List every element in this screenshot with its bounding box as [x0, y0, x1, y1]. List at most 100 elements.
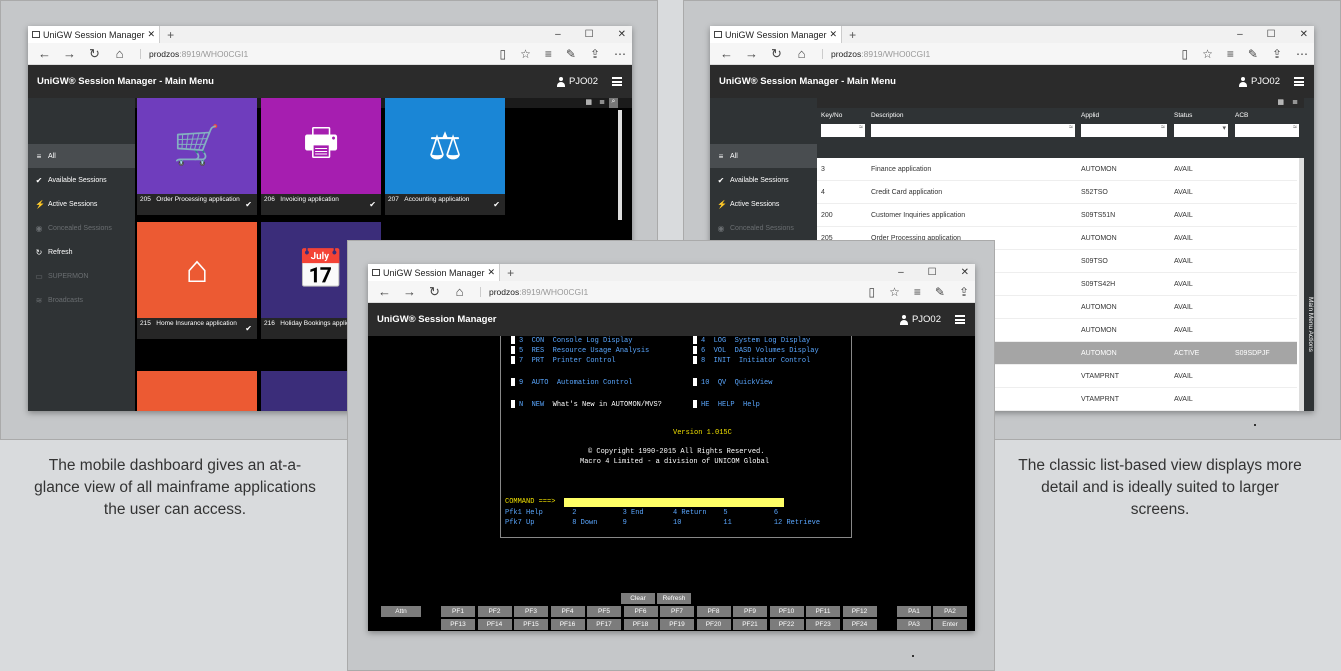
enter-key[interactable]: Enter: [933, 619, 967, 630]
sidebar-item-all[interactable]: ≡ All: [28, 144, 135, 168]
pa2-key[interactable]: PA2: [933, 606, 967, 617]
menu-option[interactable]: 5 RES Resource Usage Analysis: [511, 346, 649, 356]
share-icon[interactable]: ⇪: [959, 285, 969, 299]
grid-view-icon[interactable]: ▦: [585, 98, 592, 106]
hamburger-icon[interactable]: [612, 77, 622, 86]
menu-option[interactable]: 6 VOL DASD Volumes Display: [693, 346, 819, 356]
sidebar-item-active-sessions[interactable]: ⚡ Active Sessions: [28, 192, 135, 216]
pf22-key[interactable]: PF22: [769, 619, 804, 630]
pf12-key[interactable]: PF12: [842, 606, 877, 617]
pa1-key[interactable]: PA1: [897, 606, 931, 617]
forward-icon[interactable]: →: [57, 46, 82, 61]
sidebar-item-concealed-sessions[interactable]: ◉ Concealed Sessions: [28, 216, 135, 240]
refresh-key[interactable]: Refresh: [657, 593, 691, 604]
favorite-icon[interactable]: ☆: [520, 47, 531, 61]
user-menu[interactable]: PJO02: [1238, 76, 1280, 87]
close-tab-icon[interactable]: ✕: [830, 29, 838, 40]
tile-invoicing-application[interactable]: 🖶 206 Invoicing application ✔: [261, 98, 381, 215]
forward-icon[interactable]: →: [739, 46, 764, 61]
column-header-description[interactable]: Description: [871, 112, 904, 119]
close-window-icon[interactable]: ✕: [961, 264, 969, 281]
list-view-icon[interactable]: ≣: [1292, 98, 1298, 106]
home-icon[interactable]: ⌂: [789, 46, 814, 61]
note-icon[interactable]: ✎: [566, 47, 576, 61]
table-row[interactable]: 3 Finance application AUTOMON AVAIL: [817, 158, 1297, 181]
sidebar-item-refresh[interactable]: ↻ Refresh: [28, 240, 135, 264]
menu-option[interactable]: N NEW What's New in AUTOMON/MVS?: [511, 400, 662, 410]
pf5-key[interactable]: PF5: [587, 606, 621, 617]
close-window-icon[interactable]: ✕: [618, 26, 626, 43]
pf7-key[interactable]: PF7: [660, 606, 694, 617]
sidebar-item-concealed-sessions[interactable]: ◉ Concealed Sessions: [710, 216, 817, 240]
tile-partial[interactable]: [137, 371, 257, 411]
back-icon[interactable]: ←: [32, 46, 57, 61]
refresh-icon[interactable]: ↻: [422, 284, 447, 300]
menu-option[interactable]: 10 QV QuickView: [693, 378, 772, 388]
menu-option[interactable]: 7 PRT Printer Control: [511, 356, 616, 366]
sidebar-item-available-sessions[interactable]: ✔ Available Sessions: [710, 168, 817, 192]
pf21-key[interactable]: PF21: [733, 619, 767, 630]
share-icon[interactable]: ⇪: [590, 47, 600, 61]
favorite-icon[interactable]: ☆: [1202, 47, 1213, 61]
menu-option[interactable]: 3 CON Console Log Display: [511, 336, 632, 346]
hub-icon[interactable]: ≡: [1227, 47, 1234, 61]
sidebar-item-broadcasts[interactable]: ≋ Broadcasts: [28, 288, 135, 312]
close-tab-icon[interactable]: ✕: [488, 267, 496, 278]
pf19-key[interactable]: PF19: [660, 619, 694, 630]
favorite-icon[interactable]: ☆: [889, 285, 900, 299]
minimize-icon[interactable]: –: [898, 264, 904, 281]
pf11-key[interactable]: PF11: [806, 606, 840, 617]
pf24-key[interactable]: PF24: [842, 619, 877, 630]
minimize-icon[interactable]: –: [555, 26, 561, 43]
search-icon[interactable]: ⌕: [609, 98, 618, 108]
reading-view-icon[interactable]: ▯: [1181, 47, 1188, 61]
close-tab-icon[interactable]: ✕: [148, 29, 156, 40]
column-header-acb[interactable]: ACB: [1235, 112, 1248, 119]
list-view-icon[interactable]: ≣: [599, 98, 605, 106]
new-tab-icon[interactable]: +: [500, 266, 521, 280]
user-menu[interactable]: PJO02: [556, 76, 598, 87]
pf3-key[interactable]: PF3: [514, 606, 548, 617]
back-icon[interactable]: ←: [372, 284, 397, 299]
pf10-key[interactable]: PF10: [769, 606, 804, 617]
main-menu-actions-tab[interactable]: Main Menu Actions: [1304, 98, 1314, 411]
address-bar[interactable]: prodzos:8919/WHO0CGI1: [140, 48, 248, 59]
column-filter-key-no[interactable]: ≈: [821, 124, 865, 137]
maximize-icon[interactable]: ☐: [928, 264, 937, 281]
column-filter-status[interactable]: ▾: [1174, 124, 1228, 137]
maximize-icon[interactable]: ☐: [1267, 26, 1276, 43]
forward-icon[interactable]: →: [397, 284, 422, 299]
reading-view-icon[interactable]: ▯: [868, 285, 875, 299]
pf8-key[interactable]: PF8: [696, 606, 731, 617]
command-input[interactable]: [564, 498, 784, 507]
attn-key[interactable]: Attn: [381, 606, 421, 617]
table-row[interactable]: 4 Credit Card application S52TSO AVAIL: [817, 181, 1297, 204]
grid-view-icon[interactable]: ▦: [1277, 98, 1284, 106]
pf6-key[interactable]: PF6: [623, 606, 658, 617]
pf23-key[interactable]: PF23: [806, 619, 840, 630]
share-icon[interactable]: ⇪: [1272, 47, 1282, 61]
pf9-key[interactable]: PF9: [733, 606, 767, 617]
column-filter-description[interactable]: ≈: [871, 124, 1075, 137]
hamburger-icon[interactable]: [1294, 77, 1304, 86]
pf15-key[interactable]: PF15: [514, 619, 548, 630]
pf18-key[interactable]: PF18: [623, 619, 658, 630]
menu-option[interactable]: 8 INIT Initiator Control: [693, 356, 810, 366]
tile-accounting-application[interactable]: ⚖ 207 Accounting application ✔: [385, 98, 505, 215]
hamburger-icon[interactable]: [955, 315, 965, 324]
new-tab-icon[interactable]: +: [160, 28, 181, 42]
new-tab-icon[interactable]: +: [842, 28, 863, 42]
pf13-key[interactable]: PF13: [441, 619, 475, 630]
pa3-key[interactable]: PA3: [897, 619, 931, 630]
pf2-key[interactable]: PF2: [477, 606, 512, 617]
home-icon[interactable]: ⌂: [107, 46, 132, 61]
refresh-icon[interactable]: ↻: [764, 46, 789, 62]
hub-icon[interactable]: ≡: [545, 47, 552, 61]
back-icon[interactable]: ←: [714, 46, 739, 61]
menu-option[interactable]: HE HELP Help: [693, 400, 760, 410]
column-filter-applid[interactable]: ≈: [1081, 124, 1167, 137]
refresh-icon[interactable]: ↻: [82, 46, 107, 62]
browser-tab[interactable]: UniGW Session Manager ✕: [368, 264, 501, 281]
clear-key[interactable]: Clear: [621, 593, 655, 604]
more-icon[interactable]: ⋯: [614, 47, 626, 61]
